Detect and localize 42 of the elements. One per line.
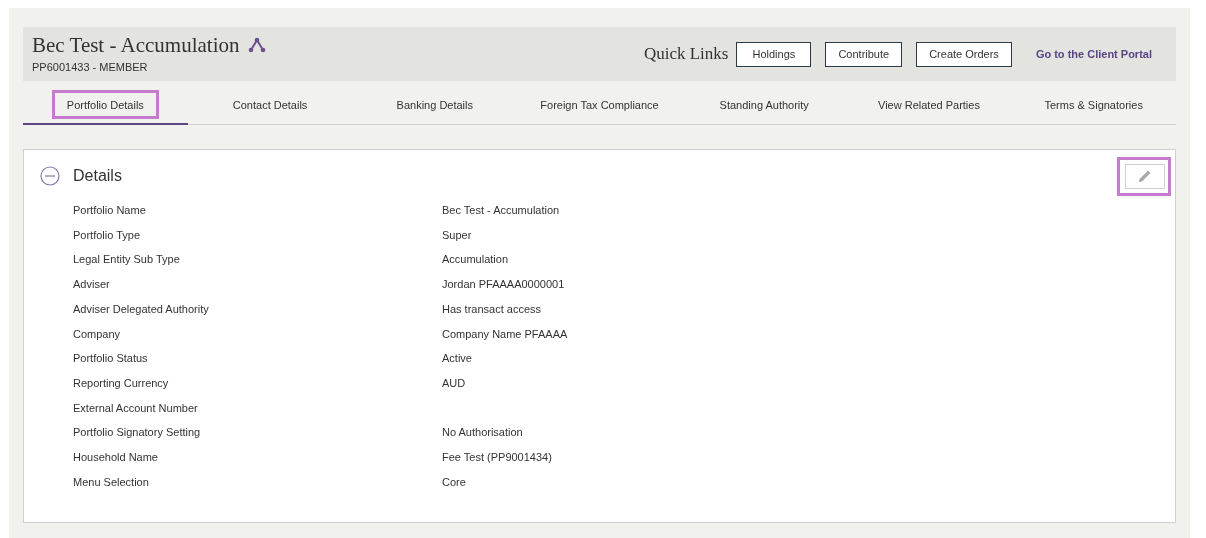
field-value: AUD bbox=[442, 375, 466, 391]
tab[interactable]: Terms & Signatories bbox=[1011, 87, 1177, 125]
field-label: Portfolio Status bbox=[73, 351, 149, 367]
tab[interactable]: Contact Details bbox=[187, 87, 353, 125]
tab[interactable]: Banking Details bbox=[352, 87, 518, 125]
field-value: Has transact access bbox=[442, 301, 542, 317]
field-label: Menu Selection bbox=[73, 474, 150, 490]
field-value: Active bbox=[442, 351, 472, 367]
tab[interactable]: Portfolio Details bbox=[23, 87, 188, 125]
pencil-icon bbox=[1138, 169, 1152, 183]
hierarchy-icon bbox=[247, 36, 266, 53]
quick-links-label: Quick Links bbox=[643, 43, 729, 66]
field-value: Bec Test - Accumulation bbox=[442, 203, 560, 219]
field-value: Accumulation bbox=[442, 252, 509, 268]
field-label: External Account Number bbox=[73, 400, 199, 416]
field-label: Portfolio Type bbox=[73, 227, 142, 243]
field-label: Company bbox=[73, 326, 122, 342]
collapse-icon[interactable] bbox=[40, 166, 60, 186]
quick-link-button[interactable]: Create Orders bbox=[916, 41, 1012, 67]
field-value: No Authorisation bbox=[442, 425, 523, 441]
section-title: Details bbox=[73, 166, 122, 186]
field-value: Jordan PFAAAA0000001 bbox=[442, 277, 565, 293]
field-label: Adviser bbox=[73, 277, 111, 293]
client-portal-link[interactable]: Go to the Client Portal bbox=[1035, 45, 1152, 63]
field-value: Fee Test (PP9001434) bbox=[442, 449, 552, 465]
field-label: Reporting Currency bbox=[73, 375, 170, 391]
field-label: Adviser Delegated Authority bbox=[73, 301, 210, 317]
field-value: Core bbox=[442, 474, 466, 490]
field-label: Portfolio Name bbox=[73, 203, 147, 219]
field-label: Portfolio Signatory Setting bbox=[73, 425, 202, 441]
page-title: Bec Test - Accumulation bbox=[32, 32, 240, 57]
field-value: Super bbox=[442, 227, 472, 243]
portfolio-id: PP6001433 - MEMBER bbox=[32, 59, 149, 75]
tab[interactable]: Foreign Tax Compliance bbox=[517, 87, 682, 125]
field-value: Company Name PFAAAA bbox=[442, 326, 568, 342]
tab[interactable]: Standing Authority bbox=[681, 87, 847, 125]
field-label: Household Name bbox=[73, 449, 159, 465]
quick-link-button[interactable]: Contribute bbox=[825, 41, 903, 67]
tab[interactable]: View Related Parties bbox=[846, 87, 1012, 125]
edit-button[interactable] bbox=[1125, 163, 1165, 189]
field-label: Legal Entity Sub Type bbox=[73, 252, 181, 268]
quick-link-button[interactable]: Holdings bbox=[736, 41, 812, 67]
